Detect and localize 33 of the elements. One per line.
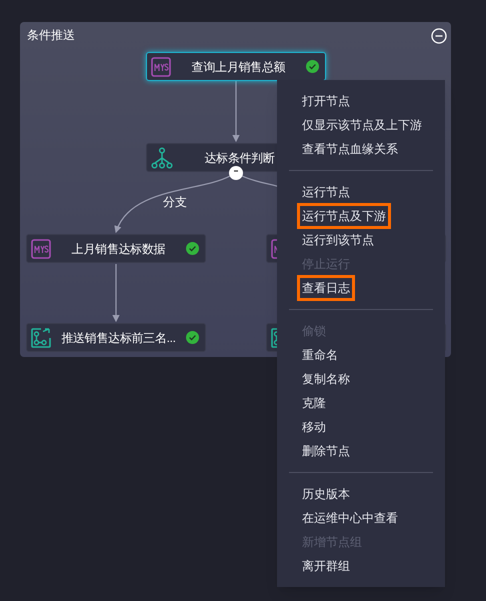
menu-item[interactable]: 运行节点: [297, 179, 355, 205]
collapse-icon[interactable]: [431, 28, 447, 44]
menu-item[interactable]: 打开节点: [297, 88, 355, 114]
node-label: 上月销售达标数据: [70, 240, 166, 258]
menu-item[interactable]: 移动: [297, 414, 331, 440]
branch-handle-icon[interactable]: [229, 166, 243, 180]
menu-item[interactable]: 运行节点及下游: [297, 203, 391, 229]
share-icon: [31, 328, 51, 348]
node-label: 查询上月销售总额: [190, 58, 286, 76]
task-node[interactable]: 推送销售达标前三名...: [26, 323, 206, 352]
menu-item[interactable]: 查看日志: [297, 275, 355, 301]
database-icon: [271, 238, 277, 258]
menu-item[interactable]: 离开群组: [297, 553, 355, 579]
edge-label: 分支: [163, 194, 187, 211]
menu-item[interactable]: 克隆: [297, 390, 331, 416]
menu-item[interactable]: 历史版本: [297, 481, 355, 507]
node-label: 达标条件判断: [203, 150, 276, 166]
share-icon: [271, 328, 277, 348]
node-label: 推送销售达标前三名...: [60, 330, 177, 346]
database-icon: [31, 238, 51, 258]
panel-title: 条件推送: [27, 27, 75, 44]
database-icon: [151, 56, 171, 76]
menu-item[interactable]: 仅显示该节点及上下游: [297, 112, 427, 138]
menu-item[interactable]: 复制名称: [297, 366, 355, 392]
menu-item[interactable]: 运行到该节点: [297, 227, 379, 253]
connector: [232, 81, 240, 142]
menu-item[interactable]: 在运维中心中查看: [297, 505, 403, 531]
branch-icon: [151, 146, 173, 168]
menu-item[interactable]: 重命名: [297, 342, 343, 368]
connector: [112, 264, 120, 322]
task-node[interactable]: 查询上月销售总额: [146, 52, 326, 81]
menu-item[interactable]: 删除节点: [297, 438, 355, 464]
task-node[interactable]: 上月销售达标数据: [26, 234, 206, 263]
